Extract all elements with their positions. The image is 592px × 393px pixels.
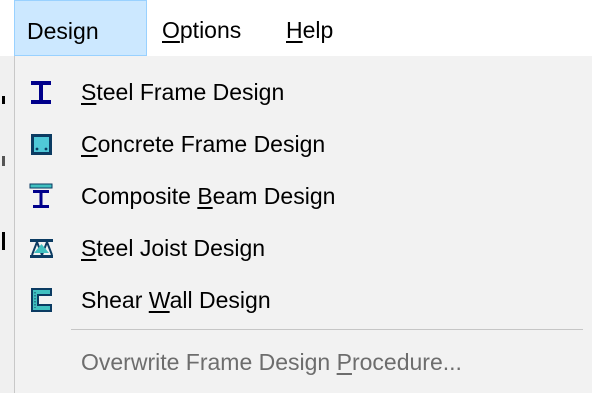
menu-design[interactable]: Design: [14, 0, 147, 56]
menu-item-steel-frame-design[interactable]: Steel Frame Design: [15, 66, 585, 118]
menu-item-label: Shear Wall Design: [81, 287, 271, 313]
window-edge-mark: [2, 96, 5, 104]
menu-design-label-accel: g: [73, 18, 86, 44]
menu-item-label: Steel Joist Design: [81, 235, 266, 261]
design-dropdown-menu: Steel Frame Design Concrete Frame Design: [14, 56, 592, 393]
steel-i-beam-icon: [29, 78, 55, 106]
steel-joist-icon: [29, 234, 55, 262]
menu-item-label: Concrete Frame Design: [81, 131, 326, 157]
menu-options-label-accel: O: [162, 17, 180, 43]
composite-beam-icon: [29, 182, 55, 210]
menu-item-label: Overwrite Frame Design Procedure...: [81, 349, 462, 375]
menu-item-steel-joist-design[interactable]: Steel Joist Design: [15, 222, 585, 274]
concrete-section-icon: [29, 130, 55, 158]
menu-separator: [71, 329, 583, 330]
menu-item-shear-wall-design[interactable]: Shear Wall Design: [15, 274, 585, 326]
menu-item-label: Composite Beam Design: [81, 183, 336, 209]
application-window: Design Options Help Steel Frame Design C…: [0, 0, 592, 393]
menu-help-label-accel: H: [286, 17, 303, 43]
menu-options[interactable]: Options: [150, 0, 270, 56]
menu-item-concrete-frame-design[interactable]: Concrete Frame Design: [15, 118, 585, 170]
menu-item-label: Steel Frame Design: [81, 79, 285, 105]
menu-design-label-pre: Desi: [27, 18, 74, 44]
menu-help-label-post: elp: [302, 17, 334, 43]
shear-wall-icon: [29, 286, 55, 314]
menu-help[interactable]: Help: [274, 0, 370, 56]
window-edge-mark: [2, 232, 5, 250]
menu-item-overwrite-frame-design-procedure: Overwrite Frame Design Procedure...: [15, 336, 585, 388]
menu-design-label-post: n: [85, 18, 99, 44]
menu-options-label-post: ptions: [179, 17, 242, 43]
underlying-window-edge: [0, 56, 14, 393]
menu-bar: Design Options Help: [0, 0, 592, 56]
menu-item-composite-beam-design[interactable]: Composite Beam Design: [15, 170, 585, 222]
window-edge-mark: [2, 156, 5, 166]
